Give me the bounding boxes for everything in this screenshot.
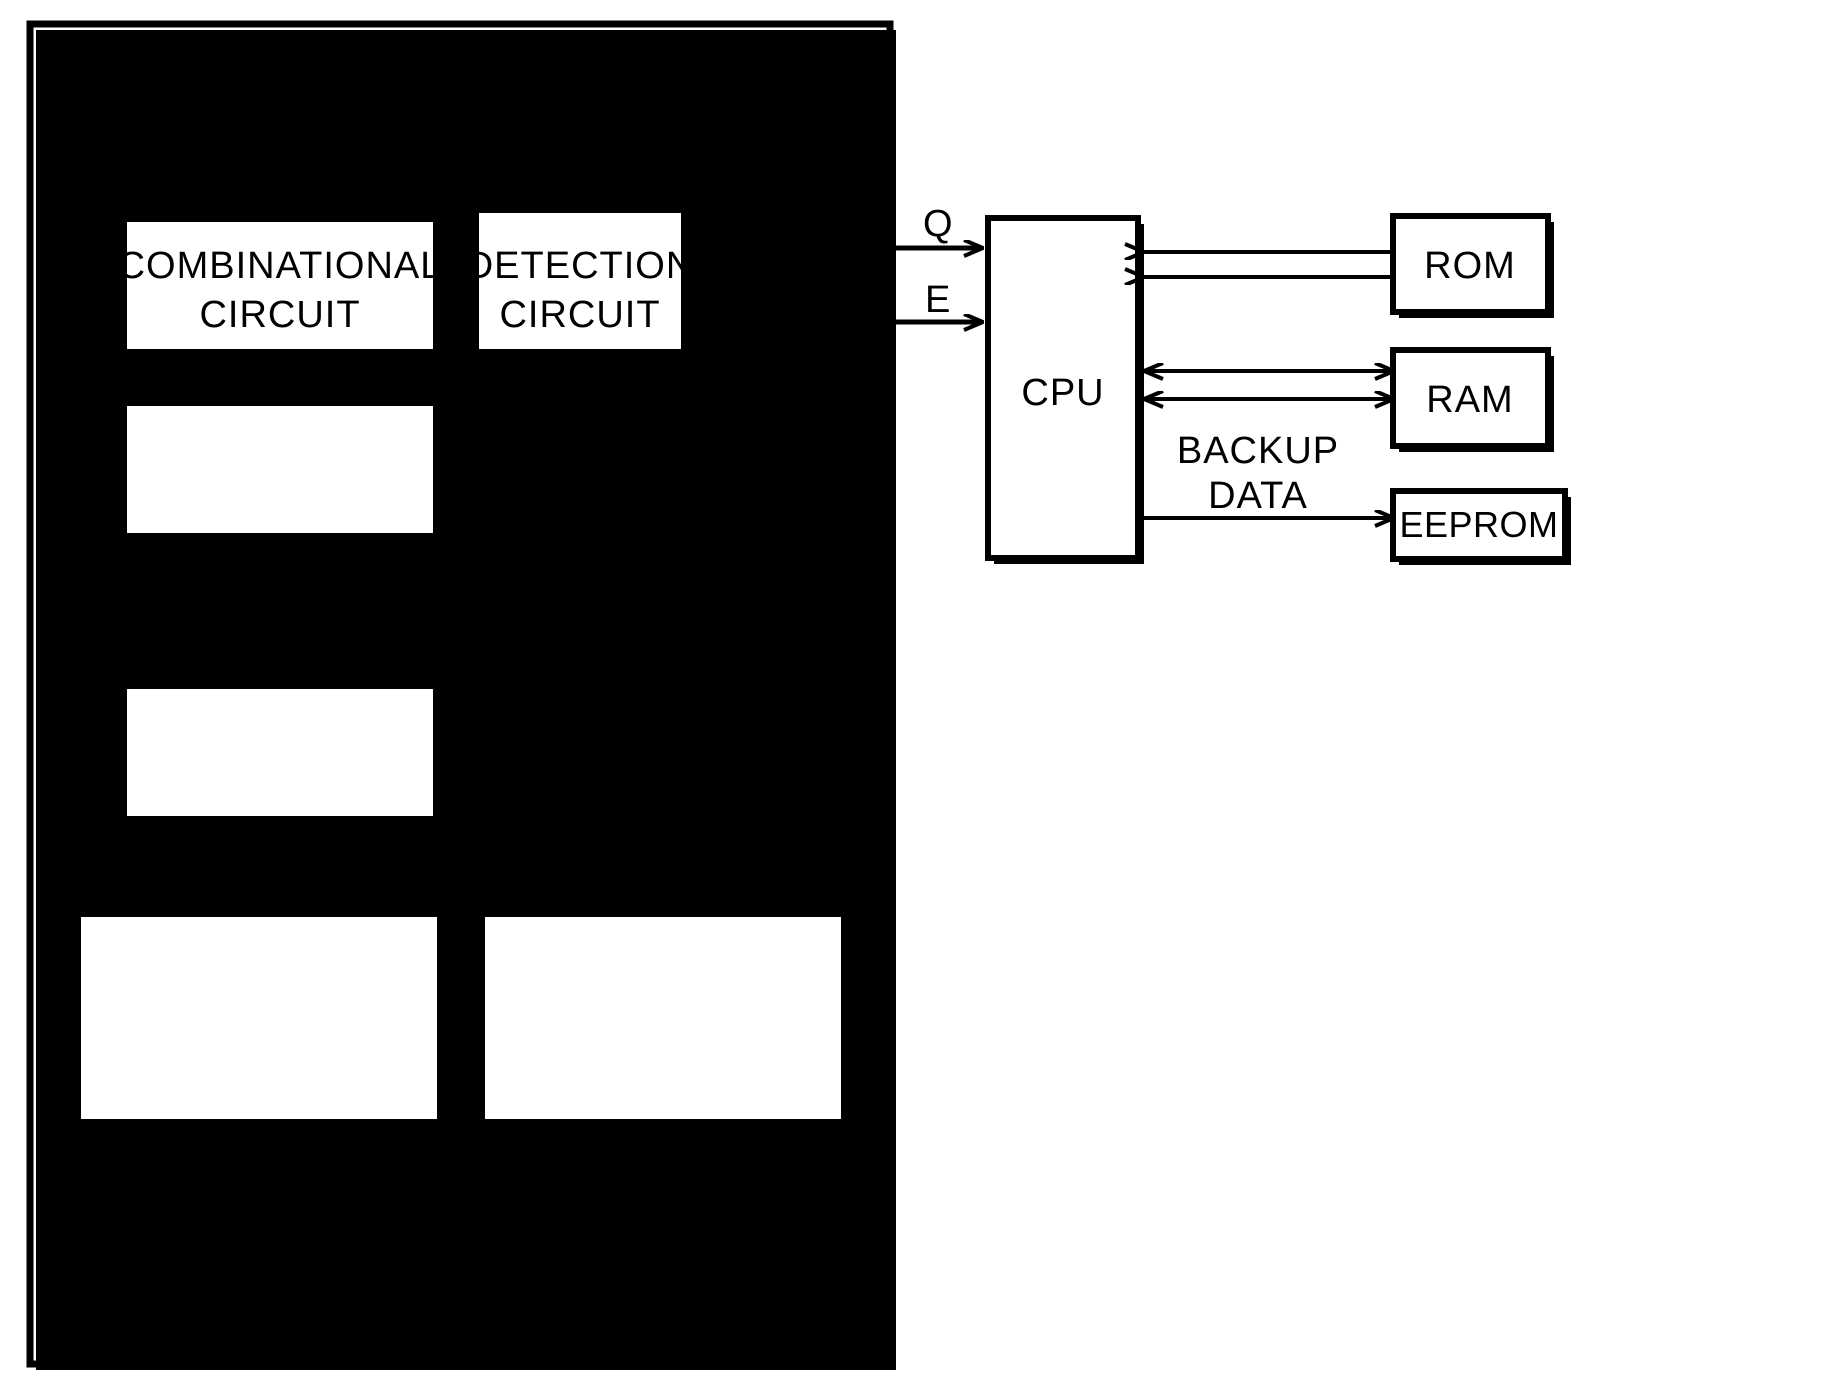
detection-circuit-label-line2: CIRCUIT [499,294,660,336]
ellipsis-dot-3 [270,649,282,661]
combinational-circuit-label-line1: COMBINATIONAL [118,245,443,287]
backup-data-label-line1: BACKUP [1177,430,1339,472]
e-signal-label: E [925,279,951,321]
block-diagram: INTEGRATED CIRCUIT FUNCTIONAL BLOCK COMB… [26,20,1571,1370]
rom-label: ROM [1424,245,1516,287]
empty-block-mid[interactable] [121,400,439,539]
cpu-label: CPU [1021,372,1104,414]
ram-label: RAM [1426,379,1513,421]
empty-block-low[interactable] [121,683,439,822]
backup-data-label-line2: DATA [1208,475,1308,517]
empty-block-bottom-left[interactable] [75,911,443,1125]
integrated-circuit-title: INTEGRATED CIRCUIT [52,37,525,81]
ellipsis-dot-1 [270,594,282,606]
functional-block-title: FUNCTIONAL BLOCK [96,135,537,179]
empty-block-bottom-right[interactable] [479,911,847,1125]
detection-circuit-label-line1: DETECTION [466,245,695,287]
combinational-circuit-label-line2: CIRCUIT [199,294,360,336]
diagram-canvas: INTEGRATED CIRCUIT FUNCTIONAL BLOCK COMB… [0,0,1835,1399]
eeprom-label: EEPROM [1399,504,1558,545]
q-signal-label: Q [923,203,953,245]
ellipsis-dot-2 [270,621,282,633]
